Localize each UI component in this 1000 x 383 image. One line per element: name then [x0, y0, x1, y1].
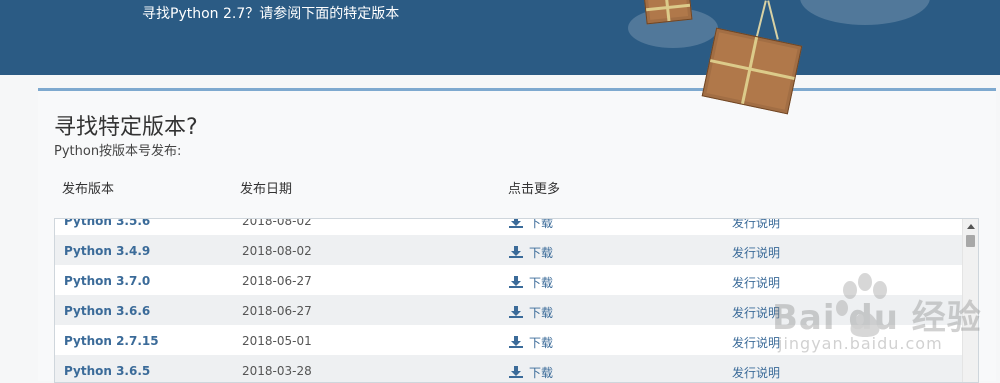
scroll-up-arrow-icon[interactable] — [967, 224, 975, 229]
column-header-date: 发布日期 — [240, 182, 293, 197]
download-link[interactable]: 下载 — [509, 274, 553, 291]
cloud-decoration — [800, 0, 930, 25]
download-label: 下载 — [529, 218, 554, 230]
download-icon — [509, 336, 523, 348]
release-version-link[interactable]: Python 2.7.15 — [64, 334, 159, 348]
download-link[interactable]: 下载 — [509, 218, 554, 231]
release-date: 2018-06-27 — [242, 274, 312, 288]
download-label: 下载 — [529, 336, 554, 350]
scroll-thumb[interactable] — [966, 235, 975, 247]
release-row: Python 3.4.9 2018-08-02 下载 发行说明 — [55, 235, 963, 265]
release-date: 2018-08-02 — [242, 218, 312, 228]
download-icon — [509, 219, 523, 228]
release-notes-link[interactable]: 发行说明 — [732, 219, 780, 231]
column-header-version: 发布版本 — [62, 182, 115, 197]
header-banner: 寻找Python 2.7？请参阅下面的特定版本 — [0, 0, 1000, 75]
download-link[interactable]: 下载 — [509, 244, 553, 261]
download-link[interactable]: 下载 — [509, 304, 553, 321]
download-icon — [509, 276, 523, 288]
download-link[interactable]: 下载 — [509, 364, 553, 381]
release-row: Python 3.5.6 2018-08-02 下载 发行说明 — [55, 218, 963, 235]
release-version-link[interactable]: Python 3.7.0 — [64, 274, 150, 288]
release-date: 2018-08-02 — [242, 244, 312, 258]
banner-message: 寻找Python 2.7？请参阅下面的特定版本 — [142, 6, 400, 22]
watermark-url: jingyan.baidu.com — [778, 334, 943, 353]
release-version-link[interactable]: Python 3.6.6 — [64, 304, 150, 318]
section-subtitle: Python按版本号发布: — [54, 144, 182, 159]
section-title: 寻找特定版本? — [54, 115, 198, 140]
download-icon — [509, 306, 523, 318]
release-date: 2018-03-28 — [242, 364, 312, 378]
release-notes-link[interactable]: 发行说明 — [732, 244, 780, 261]
download-label: 下载 — [529, 306, 554, 320]
watermark-brand: Bai du 经验 — [772, 298, 982, 338]
column-header-more: 点击更多 — [508, 182, 561, 197]
release-date: 2018-05-01 — [242, 334, 312, 348]
release-version-link[interactable]: Python 3.6.5 — [64, 364, 150, 378]
download-icon — [509, 246, 523, 258]
release-version-link[interactable]: Python 3.4.9 — [64, 244, 150, 258]
download-link[interactable]: 下载 — [509, 334, 553, 351]
watermark: Bai du 经验 jingyan.baidu.com — [772, 268, 1000, 378]
download-icon — [509, 366, 523, 378]
release-version-link[interactable]: Python 3.5.6 — [64, 219, 150, 228]
download-label: 下载 — [529, 246, 554, 260]
download-label: 下载 — [529, 276, 554, 290]
release-date: 2018-06-27 — [242, 304, 312, 318]
